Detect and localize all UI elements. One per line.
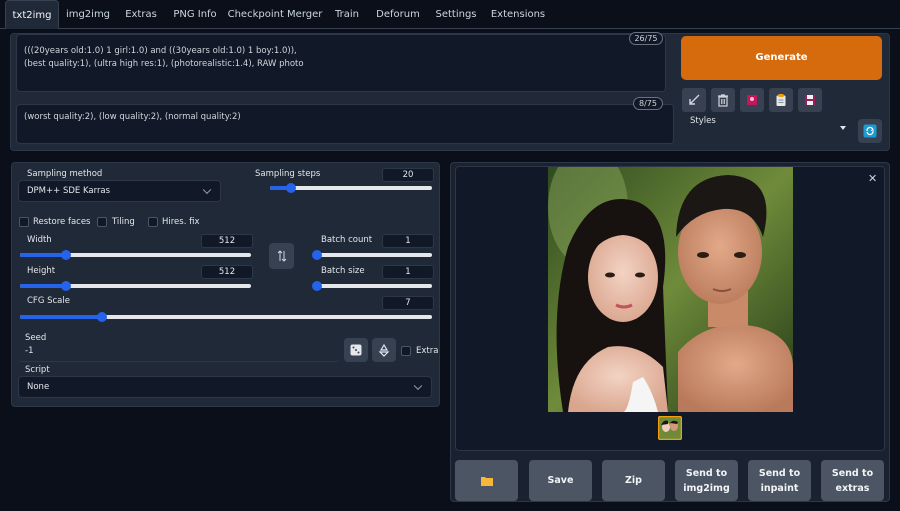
cfg-scale-input[interactable]: 7 xyxy=(382,296,434,310)
caret-down-icon xyxy=(840,126,846,130)
restore-faces-label: Restore faces xyxy=(33,217,91,227)
cfg-scale-label: CFG Scale xyxy=(27,296,70,306)
card-icon xyxy=(747,95,757,105)
tab-train[interactable]: Train xyxy=(328,0,366,29)
positive-token-counter: 26/75 xyxy=(629,32,663,45)
batch-count-slider[interactable] xyxy=(312,250,432,260)
sampling-steps-input[interactable]: 20 xyxy=(382,168,434,182)
recycle-icon xyxy=(378,343,390,357)
zip-button[interactable]: Zip xyxy=(602,460,665,501)
batch-size-input[interactable]: 1 xyxy=(382,265,434,279)
send-to-img2img-button[interactable]: Send to img2img xyxy=(675,460,738,501)
chevron-down-icon xyxy=(413,381,423,391)
negative-token-counter: 8/75 xyxy=(633,97,663,110)
random-seed-button[interactable] xyxy=(344,338,368,362)
batch-count-label: Batch count xyxy=(321,235,373,245)
script-dropdown[interactable]: None xyxy=(18,376,432,398)
restore-faces-checkbox[interactable] xyxy=(19,217,29,227)
width-input[interactable]: 512 xyxy=(201,234,253,248)
height-input[interactable]: 512 xyxy=(201,265,253,279)
script-value: None xyxy=(27,382,50,392)
extra-seed-label: Extra xyxy=(416,346,439,356)
negative-prompt-text: (worst quality:2), (low quality:2), (nor… xyxy=(24,112,241,122)
tab-bar: txt2img img2img Extras PNG Info Checkpoi… xyxy=(0,0,900,29)
positive-prompt-text: (((20years old:1.0) 1 girl:1.0) and ((30… xyxy=(24,46,304,69)
swap-dimensions-button[interactable] xyxy=(269,243,294,269)
tab-settings[interactable]: Settings xyxy=(430,0,482,29)
extra-networks-button[interactable] xyxy=(740,88,764,112)
sampling-method-label: Sampling method xyxy=(27,169,103,179)
send-to-inpaint-label: Send to inpaint xyxy=(758,467,801,494)
chevron-down-icon xyxy=(202,185,212,195)
sampling-steps-label: Sampling steps xyxy=(255,169,321,179)
clipboard-icon xyxy=(776,94,786,106)
sampling-method-value: DPM++ SDE Karras xyxy=(27,186,111,196)
swap-arrows-icon xyxy=(277,250,287,262)
send-to-extras-label: Send to extras xyxy=(831,467,874,494)
hires-fix-checkbox[interactable] xyxy=(148,217,158,227)
read-params-button[interactable] xyxy=(682,88,706,112)
arrow-diagonal-icon xyxy=(689,94,700,105)
tiling-label: Tiling xyxy=(112,217,135,227)
tab-deforum[interactable]: Deforum xyxy=(371,0,425,29)
refresh-icon xyxy=(863,124,877,138)
tab-txt2img[interactable]: txt2img xyxy=(5,0,59,29)
tab-extras[interactable]: Extras xyxy=(118,0,164,29)
refresh-styles-button[interactable] xyxy=(858,119,882,143)
seed-input[interactable] xyxy=(18,340,340,362)
apply-style-button[interactable] xyxy=(769,88,793,112)
save-style-button[interactable] xyxy=(798,88,822,112)
sampling-steps-slider[interactable] xyxy=(270,183,432,193)
trash-icon xyxy=(718,94,728,107)
tab-png-info[interactable]: PNG Info xyxy=(167,0,223,29)
image-thumbnail[interactable] xyxy=(658,416,682,440)
send-to-extras-button[interactable]: Send to extras xyxy=(821,460,884,501)
clear-prompt-button[interactable] xyxy=(711,88,735,112)
script-label: Script xyxy=(25,365,50,375)
batch-size-label: Batch size xyxy=(321,266,365,276)
height-slider[interactable] xyxy=(20,281,251,291)
batch-size-slider[interactable] xyxy=(312,281,432,291)
send-to-inpaint-button[interactable]: Send to inpaint xyxy=(748,460,811,501)
negative-prompt-input[interactable] xyxy=(16,104,674,144)
reuse-seed-button[interactable] xyxy=(372,338,396,362)
dice-icon xyxy=(350,344,362,356)
width-label: Width xyxy=(27,235,52,245)
width-slider[interactable] xyxy=(20,250,251,260)
tab-img2img[interactable]: img2img xyxy=(62,0,114,29)
send-to-img2img-label: Send to img2img xyxy=(683,467,730,494)
close-icon[interactable]: ✕ xyxy=(868,172,877,185)
generated-image[interactable] xyxy=(548,167,793,412)
height-label: Height xyxy=(27,266,56,276)
extra-seed-checkbox[interactable] xyxy=(401,346,411,356)
save-button[interactable]: Save xyxy=(529,460,592,501)
styles-dropdown[interactable] xyxy=(684,119,854,144)
tiling-checkbox[interactable] xyxy=(97,217,107,227)
batch-count-input[interactable]: 1 xyxy=(382,234,434,248)
open-folder-button[interactable] xyxy=(455,460,518,501)
seed-value: -1 xyxy=(25,346,34,356)
tab-extensions[interactable]: Extensions xyxy=(486,0,550,29)
floppy-disk-icon xyxy=(805,95,815,105)
cfg-scale-slider[interactable] xyxy=(20,312,432,322)
tab-checkpoint-merger[interactable]: Checkpoint Merger xyxy=(226,0,324,29)
sampling-method-dropdown[interactable]: DPM++ SDE Karras xyxy=(18,180,221,202)
generate-button[interactable]: Generate xyxy=(681,36,882,80)
hires-fix-label: Hires. fix xyxy=(162,217,200,227)
folder-icon xyxy=(480,476,493,486)
